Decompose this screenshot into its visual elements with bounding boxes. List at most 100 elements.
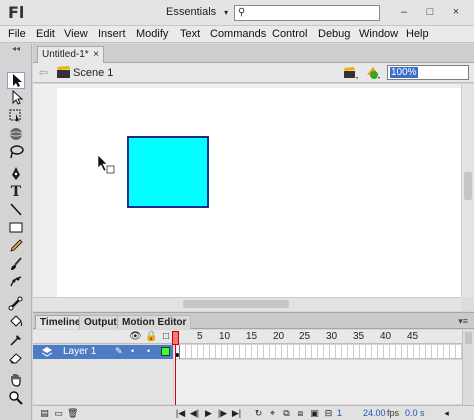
menu-file[interactable]: File bbox=[8, 28, 26, 40]
timeline-vertical-scrollbar[interactable] bbox=[462, 330, 474, 406]
center-frame-icon[interactable]: ⌖ bbox=[267, 407, 278, 419]
search-icon: ⚲ bbox=[238, 7, 246, 18]
zoom-value: 100% bbox=[390, 67, 418, 78]
eraser-tool[interactable] bbox=[7, 350, 25, 367]
rectangle-tool[interactable] bbox=[7, 220, 25, 237]
hand-tool[interactable] bbox=[7, 372, 25, 389]
document-tab[interactable]: Untitled-1* × bbox=[37, 46, 104, 63]
new-layer-icon[interactable]: ▤ bbox=[39, 407, 50, 419]
edit-scene-icon[interactable] bbox=[343, 65, 359, 81]
menu-debug[interactable]: Debug bbox=[318, 28, 350, 40]
outline-icon[interactable]: □ bbox=[161, 331, 171, 342]
paint-bucket-tool[interactable] bbox=[7, 314, 25, 331]
minimize-button[interactable]: – bbox=[394, 4, 414, 20]
current-frame[interactable]: 1 bbox=[337, 408, 342, 418]
deco-icon bbox=[10, 276, 22, 287]
lasso-tool[interactable] bbox=[7, 144, 25, 161]
pencil-tool[interactable] bbox=[7, 238, 25, 255]
panel-menu-icon[interactable]: ▾≡ bbox=[458, 316, 468, 327]
free-transform-tool[interactable] bbox=[7, 108, 25, 125]
line-tool[interactable] bbox=[7, 202, 25, 219]
visibility-dot-icon[interactable]: • bbox=[131, 346, 134, 356]
step-forward-icon[interactable]: |▶ bbox=[217, 407, 228, 419]
modify-markers-icon[interactable]: ⊟ bbox=[323, 407, 334, 419]
ruler-label: 25 bbox=[299, 331, 311, 342]
scroll-thumb[interactable] bbox=[465, 332, 472, 344]
maximize-button[interactable]: □ bbox=[420, 4, 440, 20]
onion-outlines-icon[interactable]: ⧈ bbox=[295, 407, 306, 419]
paint-bucket-icon bbox=[10, 315, 23, 327]
eye-icon[interactable]: 👁 bbox=[129, 331, 142, 342]
menu-window[interactable]: Window bbox=[359, 28, 398, 40]
tab-output[interactable]: Output bbox=[79, 315, 122, 329]
workspace-switcher[interactable]: Essentials ▾ bbox=[166, 6, 228, 18]
menu-control[interactable]: Control bbox=[272, 28, 307, 40]
stage-vertical-scrollbar[interactable] bbox=[461, 84, 474, 297]
frame-rate[interactable]: 24.00 bbox=[363, 408, 386, 418]
layer-row[interactable]: Layer 1 ✎ • • bbox=[33, 345, 173, 359]
document-tab-label: Untitled-1* bbox=[42, 49, 89, 60]
step-back-icon[interactable]: ◀| bbox=[189, 407, 200, 419]
stage-horizontal-scrollbar[interactable] bbox=[33, 297, 461, 311]
mouse-cursor-icon bbox=[97, 154, 115, 174]
close-button[interactable]: × bbox=[446, 4, 466, 20]
eyedropper-tool[interactable] bbox=[7, 332, 25, 349]
help-search[interactable]: ⚲ bbox=[234, 5, 380, 21]
workspace-label: Essentials bbox=[166, 6, 217, 18]
edit-symbols-icon[interactable] bbox=[365, 65, 381, 81]
pasteboard[interactable] bbox=[33, 84, 461, 297]
stage[interactable] bbox=[57, 88, 461, 297]
pen-icon bbox=[12, 167, 20, 180]
close-tab-icon[interactable]: × bbox=[93, 49, 99, 60]
lock-icon[interactable]: 🔒 bbox=[145, 331, 157, 342]
scroll-left-icon[interactable]: ◂ bbox=[441, 407, 452, 419]
menu-insert[interactable]: Insert bbox=[98, 28, 126, 40]
selection-tool[interactable] bbox=[7, 72, 25, 89]
menu-help[interactable]: Help bbox=[406, 28, 429, 40]
edit-multiple-frames-icon[interactable]: ▣ bbox=[309, 407, 320, 419]
scene-label[interactable]: Scene 1 bbox=[73, 67, 113, 79]
bone-icon bbox=[8, 296, 23, 311]
menu-view[interactable]: View bbox=[64, 28, 88, 40]
brush-tool[interactable] bbox=[7, 256, 25, 273]
zoom-tool[interactable] bbox=[7, 390, 25, 407]
tab-motion-editor[interactable]: Motion Editor bbox=[117, 315, 192, 329]
tab-timeline[interactable]: Timeline bbox=[35, 315, 86, 329]
menu-edit[interactable]: Edit bbox=[36, 28, 55, 40]
new-folder-icon[interactable]: ▭ bbox=[53, 407, 64, 419]
text-tool[interactable]: T bbox=[7, 184, 25, 201]
frame-strip[interactable] bbox=[174, 345, 462, 359]
delete-layer-icon[interactable]: 🗑 bbox=[67, 407, 78, 419]
first-frame-icon[interactable]: |◀ bbox=[175, 407, 186, 419]
playhead[interactable] bbox=[172, 331, 179, 345]
bone-tool[interactable] bbox=[7, 296, 25, 313]
search-input[interactable] bbox=[249, 6, 377, 20]
scroll-thumb[interactable] bbox=[464, 172, 472, 200]
collapse-icon[interactable]: ◂◂ bbox=[2, 44, 30, 54]
last-frame-icon[interactable]: ▶| bbox=[231, 407, 242, 419]
3d-rotation-tool[interactable] bbox=[7, 126, 25, 143]
menu-commands[interactable]: Commands bbox=[210, 28, 266, 40]
loop-icon[interactable]: ↻ bbox=[253, 407, 264, 419]
ruler-label: 5 bbox=[197, 331, 203, 342]
scroll-thumb[interactable] bbox=[183, 300, 289, 308]
lock-dot-icon[interactable]: • bbox=[147, 346, 150, 356]
elapsed-time[interactable]: 0.0 s bbox=[405, 408, 425, 418]
deco-tool[interactable] bbox=[7, 274, 25, 291]
menu-text[interactable]: Text bbox=[180, 28, 200, 40]
cyan-rectangle-shape[interactable] bbox=[127, 136, 209, 208]
chevron-down-icon: ▾ bbox=[224, 8, 229, 17]
eraser-icon bbox=[9, 353, 22, 364]
play-icon[interactable]: ▶ bbox=[203, 407, 214, 419]
menu-modify[interactable]: Modify bbox=[136, 28, 168, 40]
zoom-input[interactable]: 100% bbox=[387, 65, 469, 80]
eyedropper-icon bbox=[10, 335, 21, 346]
layer-name[interactable]: Layer 1 bbox=[63, 346, 96, 357]
layer-outline-color[interactable] bbox=[161, 347, 170, 356]
back-arrow-icon[interactable]: ⇦ bbox=[39, 66, 48, 79]
subselection-tool[interactable] bbox=[7, 89, 25, 107]
onion-skin-icon[interactable]: ⧉ bbox=[281, 407, 292, 419]
pen-tool[interactable] bbox=[7, 166, 25, 183]
frame-area-empty[interactable] bbox=[174, 360, 462, 404]
document-tab-bar: Untitled-1* × bbox=[33, 44, 474, 63]
